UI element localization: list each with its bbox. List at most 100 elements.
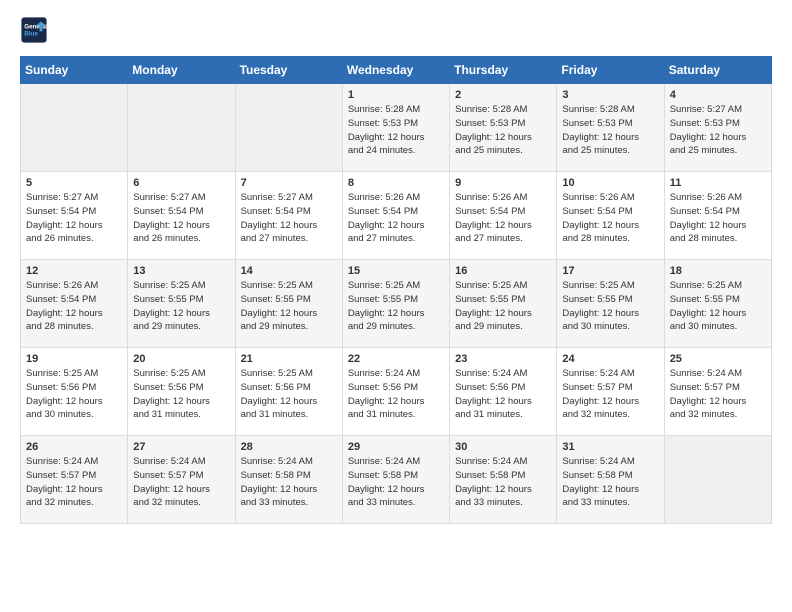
calendar-cell: 24 Sunrise: 5:24 AMSunset: 5:57 PMDayligh…	[557, 348, 664, 436]
logo-icon: General Blue	[20, 16, 48, 44]
cell-info: Sunrise: 5:26 AMSunset: 5:54 PMDaylight:…	[26, 279, 122, 334]
cell-info: Sunrise: 5:24 AMSunset: 5:58 PMDaylight:…	[455, 455, 551, 510]
cell-info: Sunrise: 5:24 AMSunset: 5:57 PMDaylight:…	[133, 455, 229, 510]
cell-info: Sunrise: 5:24 AMSunset: 5:57 PMDaylight:…	[562, 367, 658, 422]
calendar-cell: 9 Sunrise: 5:26 AMSunset: 5:54 PMDaylight…	[450, 172, 557, 260]
cell-info: Sunrise: 5:27 AMSunset: 5:53 PMDaylight:…	[670, 103, 766, 158]
day-number: 24	[562, 353, 658, 365]
calendar-cell: 1 Sunrise: 5:28 AMSunset: 5:53 PMDaylight…	[342, 84, 449, 172]
day-number: 1	[348, 89, 444, 101]
cell-info: Sunrise: 5:26 AMSunset: 5:54 PMDaylight:…	[455, 191, 551, 246]
svg-text:Blue: Blue	[24, 31, 38, 38]
cell-info: Sunrise: 5:24 AMSunset: 5:58 PMDaylight:…	[562, 455, 658, 510]
day-number: 26	[26, 441, 122, 453]
cell-info: Sunrise: 5:25 AMSunset: 5:55 PMDaylight:…	[670, 279, 766, 334]
calendar-cell: 6Sunrise: 5:27 AMSunset: 5:54 PMDaylight…	[128, 172, 235, 260]
cell-info: Sunrise: 5:25 AMSunset: 5:55 PMDaylight:…	[348, 279, 444, 334]
cell-info: Sunrise: 5:24 AMSunset: 5:58 PMDaylight:…	[348, 455, 444, 510]
cell-info: Sunrise: 5:27 AMSunset: 5:54 PMDaylight:…	[26, 191, 122, 246]
calendar-cell	[235, 84, 342, 172]
header-day-thursday: Thursday	[450, 57, 557, 84]
cell-info: Sunrise: 5:24 AMSunset: 5:56 PMDaylight:…	[348, 367, 444, 422]
calendar-cell: 16 Sunrise: 5:25 AMSunset: 5:55 PMDayligh…	[450, 260, 557, 348]
day-number: 11	[670, 177, 766, 189]
day-number: 12	[26, 265, 122, 277]
calendar-cell: 14Sunrise: 5:25 AMSunset: 5:55 PMDayligh…	[235, 260, 342, 348]
calendar-cell: 15 Sunrise: 5:25 AMSunset: 5:55 PMDayligh…	[342, 260, 449, 348]
week-row-4: 19 Sunrise: 5:25 AMSunset: 5:56 PMDayligh…	[21, 348, 772, 436]
calendar-cell	[128, 84, 235, 172]
calendar-cell: 4 Sunrise: 5:27 AMSunset: 5:53 PMDaylight…	[664, 84, 771, 172]
header-row: SundayMondayTuesdayWednesdayThursdayFrid…	[21, 57, 772, 84]
cell-info: Sunrise: 5:25 AMSunset: 5:56 PMDaylight:…	[133, 367, 229, 422]
day-number: 13	[133, 265, 229, 277]
cell-info: Sunrise: 5:26 AMSunset: 5:54 PMDaylight:…	[562, 191, 658, 246]
calendar-cell: 5 Sunrise: 5:27 AMSunset: 5:54 PMDaylight…	[21, 172, 128, 260]
day-number: 22	[348, 353, 444, 365]
day-number: 5	[26, 177, 122, 189]
calendar-cell: 8Sunrise: 5:26 AMSunset: 5:54 PMDaylight…	[342, 172, 449, 260]
day-number: 17	[562, 265, 658, 277]
cell-info: Sunrise: 5:28 AMSunset: 5:53 PMDaylight:…	[348, 103, 444, 158]
calendar-cell: 2 Sunrise: 5:28 AMSunset: 5:53 PMDaylight…	[450, 84, 557, 172]
day-number: 27	[133, 441, 229, 453]
header-day-saturday: Saturday	[664, 57, 771, 84]
cell-info: Sunrise: 5:24 AMSunset: 5:57 PMDaylight:…	[670, 367, 766, 422]
cell-info: Sunrise: 5:24 AMSunset: 5:57 PMDaylight:…	[26, 455, 122, 510]
day-number: 7	[241, 177, 337, 189]
day-number: 18	[670, 265, 766, 277]
calendar-cell: 18 Sunrise: 5:25 AMSunset: 5:55 PMDayligh…	[664, 260, 771, 348]
calendar-cell: 23Sunrise: 5:24 AMSunset: 5:56 PMDayligh…	[450, 348, 557, 436]
page: General Blue SundayMondayTuesdayWednesda…	[0, 0, 792, 540]
day-number: 15	[348, 265, 444, 277]
logo: General Blue	[20, 16, 52, 44]
calendar-cell: 10Sunrise: 5:26 AMSunset: 5:54 PMDayligh…	[557, 172, 664, 260]
header-day-tuesday: Tuesday	[235, 57, 342, 84]
cell-info: Sunrise: 5:27 AMSunset: 5:54 PMDaylight:…	[241, 191, 337, 246]
calendar-cell	[21, 84, 128, 172]
calendar-cell: 11 Sunrise: 5:26 AMSunset: 5:54 PMDayligh…	[664, 172, 771, 260]
cell-info: Sunrise: 5:25 AMSunset: 5:56 PMDaylight:…	[26, 367, 122, 422]
calendar-cell: 19 Sunrise: 5:25 AMSunset: 5:56 PMDayligh…	[21, 348, 128, 436]
calendar-cell: 12 Sunrise: 5:26 AMSunset: 5:54 PMDayligh…	[21, 260, 128, 348]
calendar-cell: 31 Sunrise: 5:24 AMSunset: 5:58 PMDayligh…	[557, 436, 664, 524]
calendar-cell: 26 Sunrise: 5:24 AMSunset: 5:57 PMDayligh…	[21, 436, 128, 524]
cell-info: Sunrise: 5:26 AMSunset: 5:54 PMDaylight:…	[348, 191, 444, 246]
cell-info: Sunrise: 5:24 AMSunset: 5:58 PMDaylight:…	[241, 455, 337, 510]
day-number: 23	[455, 353, 551, 365]
day-number: 2	[455, 89, 551, 101]
week-row-1: 1 Sunrise: 5:28 AMSunset: 5:53 PMDaylight…	[21, 84, 772, 172]
cell-info: Sunrise: 5:28 AMSunset: 5:53 PMDaylight:…	[455, 103, 551, 158]
day-number: 30	[455, 441, 551, 453]
calendar-cell: 3Sunrise: 5:28 AMSunset: 5:53 PMDaylight…	[557, 84, 664, 172]
cell-info: Sunrise: 5:25 AMSunset: 5:55 PMDaylight:…	[133, 279, 229, 334]
cell-info: Sunrise: 5:28 AMSunset: 5:53 PMDaylight:…	[562, 103, 658, 158]
day-number: 21	[241, 353, 337, 365]
day-number: 25	[670, 353, 766, 365]
day-number: 16	[455, 265, 551, 277]
week-row-2: 5 Sunrise: 5:27 AMSunset: 5:54 PMDaylight…	[21, 172, 772, 260]
day-number: 4	[670, 89, 766, 101]
calendar-cell: 29Sunrise: 5:24 AMSunset: 5:58 PMDayligh…	[342, 436, 449, 524]
calendar-cell: 13 Sunrise: 5:25 AMSunset: 5:55 PMDayligh…	[128, 260, 235, 348]
week-row-5: 26 Sunrise: 5:24 AMSunset: 5:57 PMDayligh…	[21, 436, 772, 524]
day-number: 19	[26, 353, 122, 365]
day-number: 20	[133, 353, 229, 365]
day-number: 6	[133, 177, 229, 189]
cell-info: Sunrise: 5:25 AMSunset: 5:55 PMDaylight:…	[562, 279, 658, 334]
day-number: 9	[455, 177, 551, 189]
day-number: 28	[241, 441, 337, 453]
calendar-cell: 7 Sunrise: 5:27 AMSunset: 5:54 PMDaylight…	[235, 172, 342, 260]
day-number: 31	[562, 441, 658, 453]
header-day-wednesday: Wednesday	[342, 57, 449, 84]
week-row-3: 12 Sunrise: 5:26 AMSunset: 5:54 PMDayligh…	[21, 260, 772, 348]
header-day-monday: Monday	[128, 57, 235, 84]
calendar-cell	[664, 436, 771, 524]
header-day-friday: Friday	[557, 57, 664, 84]
calendar-cell: 22 Sunrise: 5:24 AMSunset: 5:56 PMDayligh…	[342, 348, 449, 436]
calendar-cell: 21 Sunrise: 5:25 AMSunset: 5:56 PMDayligh…	[235, 348, 342, 436]
cell-info: Sunrise: 5:26 AMSunset: 5:54 PMDaylight:…	[670, 191, 766, 246]
cell-info: Sunrise: 5:25 AMSunset: 5:55 PMDaylight:…	[455, 279, 551, 334]
calendar-cell: 25 Sunrise: 5:24 AMSunset: 5:57 PMDayligh…	[664, 348, 771, 436]
cell-info: Sunrise: 5:25 AMSunset: 5:56 PMDaylight:…	[241, 367, 337, 422]
